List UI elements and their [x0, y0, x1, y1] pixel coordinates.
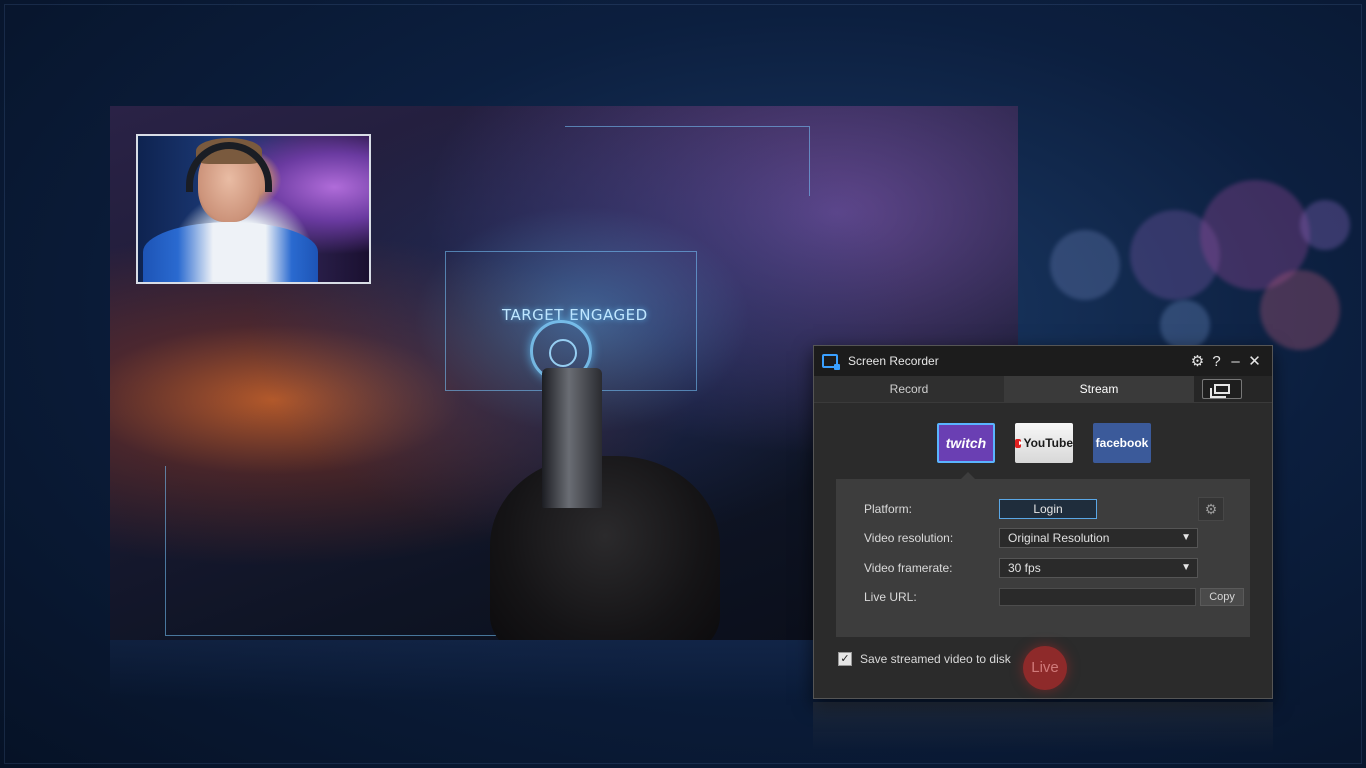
monitor-icon — [1210, 384, 1230, 398]
help-icon[interactable]: ? — [1207, 353, 1226, 370]
login-button[interactable]: Login — [999, 499, 1097, 519]
live-url-row: Live URL: Copy — [864, 587, 1244, 607]
pistol — [542, 368, 602, 508]
screen-select-button[interactable] — [1202, 379, 1242, 399]
dropdown-arrow-icon: ▼ — [1181, 532, 1191, 543]
resolution-value: Original Resolution — [1008, 531, 1110, 545]
close-icon[interactable]: ✕ — [1245, 352, 1264, 370]
settings-gear-icon[interactable]: ⚙ — [1188, 352, 1207, 370]
youtube-button[interactable]: YouTube — [1015, 423, 1073, 463]
twitch-button[interactable]: twitch — [937, 423, 995, 463]
webcam-person-body — [143, 222, 318, 282]
bokeh-light — [1050, 230, 1120, 300]
youtube-play-icon — [1015, 438, 1025, 448]
tab-record[interactable]: Record — [814, 376, 1004, 402]
titlebar: Screen Recorder ⚙ ? – ✕ — [814, 346, 1272, 376]
bokeh-light — [1300, 200, 1350, 250]
platform-settings-gear-icon[interactable]: ⚙ — [1198, 497, 1224, 521]
hud-text: TARGET ENGAGED — [502, 306, 648, 324]
platform-row: Platform: Login ⚙ — [864, 497, 1244, 521]
resolution-label: Video resolution: — [864, 531, 954, 545]
resolution-row: Video resolution: Original Resolution ▼ — [864, 528, 1244, 548]
framerate-dropdown[interactable]: 30 fps ▼ — [999, 558, 1198, 578]
hud-frame-top — [565, 126, 810, 196]
platform-label: Platform: — [864, 502, 913, 516]
resolution-dropdown[interactable]: Original Resolution ▼ — [999, 528, 1198, 548]
live-url-label: Live URL: — [864, 590, 917, 604]
save-to-disk-option: ✓ Save streamed video to disk — [838, 652, 1011, 666]
live-url-field[interactable] — [998, 588, 1197, 606]
stream-settings-panel: Platform: Login ⚙ Video resolution: Orig… — [836, 479, 1250, 637]
dropdown-arrow-icon: ▼ — [1181, 562, 1191, 573]
tab-stream[interactable]: Stream — [1004, 376, 1194, 402]
webcam-overlay — [136, 134, 371, 284]
save-to-disk-label: Save streamed video to disk — [860, 652, 1011, 666]
facebook-button[interactable]: facebook — [1093, 423, 1151, 463]
minimize-icon[interactable]: – — [1226, 353, 1245, 370]
platform-selector: twitch YouTube facebook — [814, 423, 1272, 467]
bokeh-light — [1160, 300, 1210, 350]
framerate-label: Video framerate: — [864, 561, 953, 575]
framerate-row: Video framerate: 30 fps ▼ — [864, 558, 1244, 578]
screen-recorder-window: Screen Recorder ⚙ ? – ✕ Record Stream tw… — [813, 345, 1273, 699]
bokeh-light — [1260, 270, 1340, 350]
framerate-value: 30 fps — [1008, 561, 1041, 575]
tab-bar: Record Stream — [814, 376, 1272, 403]
window-reflection — [813, 702, 1273, 752]
live-button[interactable]: Live — [1023, 646, 1067, 690]
window-title: Screen Recorder — [848, 354, 939, 368]
copy-button[interactable]: Copy — [1200, 588, 1244, 606]
save-to-disk-checkbox[interactable]: ✓ — [838, 652, 852, 666]
app-icon — [822, 354, 840, 370]
gloved-hand — [490, 456, 720, 640]
youtube-label: YouTube — [1023, 436, 1073, 450]
